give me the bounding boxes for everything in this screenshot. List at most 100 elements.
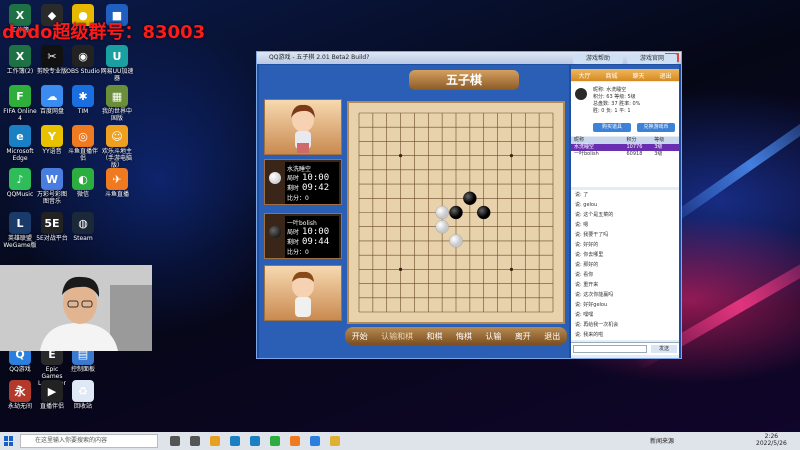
board-grid[interactable] bbox=[349, 103, 563, 322]
desktop-icon-label: QQMusic bbox=[6, 191, 34, 198]
desktop-icon[interactable]: ♪ QQMusic bbox=[3, 168, 37, 198]
taskbar-app-icon[interactable] bbox=[230, 436, 240, 446]
chat-input[interactable] bbox=[573, 345, 647, 353]
chat-message: 说: 重开来 bbox=[575, 282, 599, 288]
desktop-icon-label: 我的世界中国版 bbox=[101, 108, 132, 122]
game-action-button[interactable]: 退出 bbox=[544, 331, 560, 342]
desktop-icon[interactable]: W 万彩号彩图图音乐 bbox=[35, 168, 69, 205]
desktop-icon[interactable]: ▦ 我的世界中国版 bbox=[100, 85, 134, 122]
chat-message: 说: 了 bbox=[575, 192, 589, 198]
taskbar-search-input[interactable]: 在这里输入你要搜索的内容 bbox=[20, 434, 158, 448]
desktop-icon[interactable]: ◉ OBS Studio bbox=[66, 45, 100, 75]
desktop-icon[interactable]: U 网易UU加速器 bbox=[100, 45, 134, 82]
taskbar-app-icon[interactable] bbox=[190, 436, 200, 446]
black-stone bbox=[477, 205, 491, 220]
top-player-card: 水洗睡空 局时 10:00 剩时 09:42 比分：0 bbox=[264, 159, 342, 205]
game-action-button[interactable]: 开始 bbox=[352, 331, 368, 342]
white-stone bbox=[435, 205, 449, 220]
desktop-icon-label: 万彩号彩图图音乐 bbox=[36, 191, 67, 205]
desktop-icon[interactable]: ♻ 回收站 bbox=[66, 380, 100, 410]
clock[interactable]: 2:26 2022/5/26 bbox=[756, 433, 787, 447]
game-action-button[interactable]: 悔棋 bbox=[456, 331, 472, 342]
help-tabs: 游戏帮助 游戏官网 bbox=[571, 53, 679, 65]
taskbar-app-icon[interactable] bbox=[290, 436, 300, 446]
app-icon: ◐ bbox=[72, 168, 94, 190]
desktop-icon-label: 永劫无间 bbox=[7, 403, 32, 410]
desktop-icon[interactable]: X 工作簿(2) bbox=[3, 45, 37, 75]
desktop-icon[interactable]: 永永劫无间 bbox=[3, 380, 37, 410]
chat-message: 说: 这次你能赢吗 bbox=[575, 292, 614, 298]
taskbar-app-icon[interactable] bbox=[250, 436, 260, 446]
top-player-name: 水洗睡空 bbox=[287, 166, 312, 173]
desktop-icon[interactable]: ✂ 剪映专业版 bbox=[35, 45, 69, 75]
player-list-column-header[interactable]: 积分 bbox=[624, 137, 652, 144]
desktop-icon-label: 英雄联盟WeGame版 bbox=[3, 235, 37, 249]
star-point bbox=[509, 267, 514, 271]
app-icon: ◎ bbox=[72, 125, 94, 147]
top-player-portrait bbox=[264, 99, 342, 155]
desktop-icon[interactable]: ▶ 直播伴侣 bbox=[35, 380, 69, 410]
desktop-icon[interactable]: ✈ 斗鱼直播 bbox=[100, 168, 134, 198]
clock-date: 2022/5/26 bbox=[756, 440, 787, 447]
player-level: 3级 bbox=[654, 151, 663, 157]
player-list-column-header[interactable]: 等级 bbox=[651, 137, 679, 144]
player-name: 水洗睡空 bbox=[574, 144, 595, 150]
desktop-icon[interactable]: ✱ TIM bbox=[66, 85, 100, 115]
black-stone-indicator-icon bbox=[269, 226, 281, 238]
game-action-button[interactable]: 认输 bbox=[485, 331, 501, 342]
taskbar-app-icon[interactable] bbox=[210, 436, 220, 446]
desktop-icon-label: OBS Studio bbox=[66, 68, 100, 75]
desktop-icon-label: FIFA Online 4 bbox=[3, 108, 37, 122]
desktop-icon[interactable]: ◍ Steam bbox=[66, 212, 100, 242]
desktop-icon[interactable]: Y YY语音 bbox=[35, 125, 69, 155]
profile-box: 昵称: 水洗睡空 积分: 63 等级: 5级 总盘数: 37 胜率: 0% 胜: 0… bbox=[571, 82, 679, 136]
desktop-icon-label: 网易UU加速器 bbox=[100, 68, 134, 82]
app-icon: ☺ bbox=[106, 125, 128, 147]
main-nav-tab[interactable]: 退出 bbox=[659, 71, 671, 80]
help-tab[interactable]: 游戏帮助 bbox=[573, 54, 623, 64]
taskbar-app-icon[interactable] bbox=[270, 436, 280, 446]
game-action-button[interactable]: 认输和棋 bbox=[381, 331, 413, 342]
chat-message: 说: gelou bbox=[575, 202, 598, 208]
player-list-column-header[interactable]: 昵称 bbox=[571, 137, 624, 144]
desktop-icon[interactable]: e Microsoft Edge bbox=[3, 125, 37, 162]
main-nav-tab[interactable]: 商城 bbox=[605, 71, 617, 80]
chat-input-row: 发送 bbox=[571, 342, 679, 355]
player-score: 60918 bbox=[626, 151, 643, 157]
main-nav-tab[interactable]: 聊天 bbox=[632, 71, 644, 80]
app-icon: Y bbox=[41, 125, 63, 147]
player-name: 一叶bolish bbox=[574, 151, 599, 157]
desktop: X 工作簿 ◆ ● ■ X 工作簿(2) ✂ 剪映专业版 ◉ OBS Studio U 网易UU加速器 F… bbox=[0, 0, 800, 432]
webcam-person-image bbox=[0, 265, 152, 351]
desktop-icon[interactable]: ◎ 斗鱼直播伴侣 bbox=[66, 125, 100, 162]
exchange-coins-button[interactable]: 兑换游戏币 bbox=[637, 123, 675, 132]
game-action-button[interactable]: 和棋 bbox=[427, 331, 443, 342]
desktop-icon[interactable]: ☁ 百度网盘 bbox=[35, 85, 69, 115]
player-row[interactable]: 水洗睡空 10776 3级 bbox=[571, 144, 679, 151]
star-point bbox=[398, 154, 403, 158]
desktop-icon[interactable]: L 英雄联盟WeGame版 bbox=[3, 212, 37, 249]
game-action-button[interactable]: 离开 bbox=[515, 331, 531, 342]
bottom-step-label: 局时 bbox=[287, 229, 300, 236]
taskbar-app-icon[interactable] bbox=[170, 436, 180, 446]
desktop-icon[interactable]: ◐ 微信 bbox=[66, 168, 100, 198]
desktop-icon-label: Microsoft Edge bbox=[6, 148, 34, 162]
desktop-icon[interactable]: 5E 5E对战平台 bbox=[35, 212, 69, 242]
desktop-icon[interactable]: F FIFA Online 4 bbox=[3, 85, 37, 122]
chat-message: 说: 好好的 bbox=[575, 242, 599, 248]
main-nav-tab[interactable]: 大厅 bbox=[578, 71, 590, 80]
app-icon: ▶ bbox=[41, 380, 63, 402]
desktop-icon[interactable]: ☺ 欢乐斗地主（手游电脑版） bbox=[100, 125, 134, 169]
news-notice[interactable]: 新闻来源 bbox=[650, 436, 674, 445]
app-icon: L bbox=[9, 212, 31, 234]
taskbar-app-icon[interactable] bbox=[310, 436, 320, 446]
game-panel: 五子棋 水洗睡空 局时 10:00 剩时 09:42 比分：0 一叶bolish… bbox=[259, 65, 569, 358]
buy-items-button[interactable]: 购买道具 bbox=[593, 123, 631, 132]
player-row[interactable]: 一叶bolish 60918 3级 bbox=[571, 151, 679, 158]
gomoku-board[interactable] bbox=[347, 101, 565, 324]
profile-stat-line: 总盘数: 37 胜率: 0% bbox=[593, 101, 641, 107]
help-tab[interactable]: 游戏官网 bbox=[627, 54, 677, 64]
send-button[interactable]: 发送 bbox=[651, 345, 677, 353]
taskbar-app-icon[interactable] bbox=[330, 436, 340, 446]
windows-start-icon[interactable] bbox=[4, 436, 14, 446]
